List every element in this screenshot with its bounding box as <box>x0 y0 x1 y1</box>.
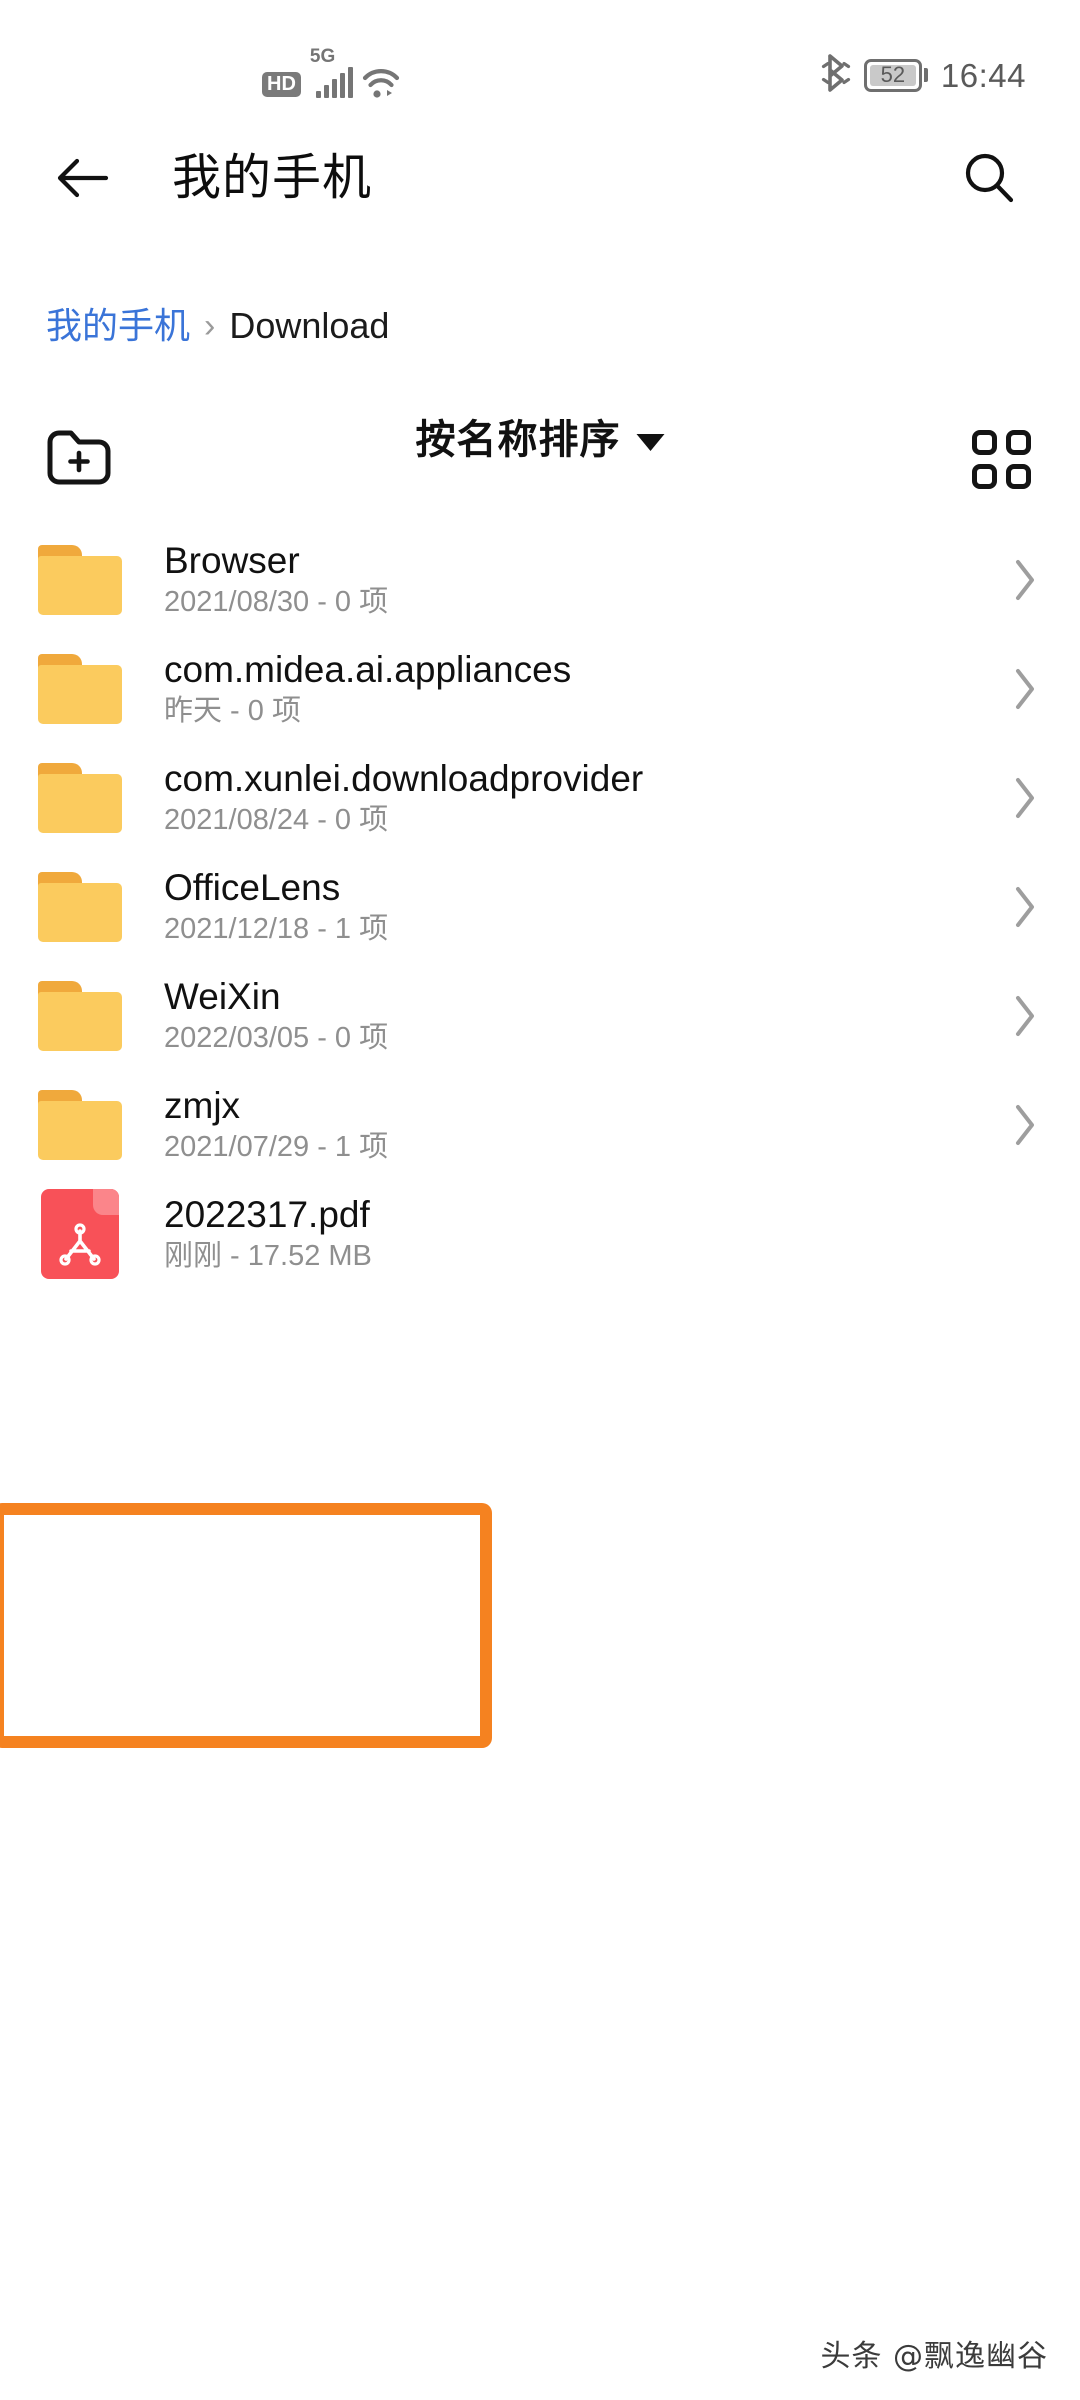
list-item[interactable]: OfficeLens 2021/12/18 - 1 项 <box>0 852 1080 961</box>
breadcrumb-item-current[interactable]: Download <box>229 308 389 344</box>
file-name: com.midea.ai.appliances <box>164 649 572 690</box>
chevron-right-icon[interactable] <box>1000 993 1050 1039</box>
battery-percentage: 52 <box>880 62 906 87</box>
file-meta: 2021/12/18 - 1 项 <box>164 913 389 945</box>
chevron-right-icon[interactable] <box>1000 884 1050 930</box>
list-item-text: com.xunlei.downloadprovider 2021/08/24 -… <box>164 760 1000 835</box>
pdf-file-icon <box>30 1184 130 1284</box>
chevron-down-icon <box>636 433 665 451</box>
file-meta: 昨天 - 0 项 <box>164 695 301 727</box>
status-bar: HD 5G 52 16:44 <box>0 0 1080 108</box>
breadcrumb-item-root[interactable]: 我的手机 <box>46 308 190 344</box>
folder-icon <box>30 966 130 1066</box>
folder-icon <box>30 748 130 848</box>
status-bar-clock: 16:44 <box>940 56 1026 94</box>
highlight-annotation-box <box>0 1503 492 1748</box>
chevron-right-icon[interactable] <box>1000 1102 1050 1148</box>
file-name: com.xunlei.downloadprovider <box>164 758 644 799</box>
folder-icon <box>30 530 130 630</box>
breadcrumb: 我的手机 › Download <box>46 296 389 356</box>
file-meta: 2022/03/05 - 0 项 <box>164 1022 389 1054</box>
status-bar-right-icons: 52 16:44 <box>821 52 1026 98</box>
list-item-text: 2022317.pdf 刚刚 - 17.52 MB <box>164 1196 1000 1271</box>
file-meta: 2021/08/30 - 0 项 <box>164 586 389 618</box>
sort-label: 按名称排序 <box>415 418 621 462</box>
file-meta: 刚刚 - 17.52 MB <box>164 1240 372 1272</box>
wifi-icon <box>362 67 400 99</box>
list-toolbar: 按名称排序 <box>0 402 1080 510</box>
list-item[interactable]: Browser 2021/08/30 - 0 项 <box>0 525 1080 634</box>
search-icon <box>965 153 1014 203</box>
list-item[interactable]: com.xunlei.downloadprovider 2021/08/24 -… <box>0 743 1080 852</box>
file-name: Browser <box>164 540 300 581</box>
file-name: OfficeLens <box>164 867 341 908</box>
app-bar: 我的手机 <box>0 108 1080 248</box>
sort-button[interactable]: 按名称排序 <box>416 420 665 460</box>
list-item-text: OfficeLens 2021/12/18 - 1 项 <box>164 869 1000 944</box>
back-arrow-icon <box>57 158 109 198</box>
list-item[interactable]: zmjx 2021/07/29 - 1 项 <box>0 1070 1080 1179</box>
breadcrumb-separator-icon: › <box>204 307 216 345</box>
list-item[interactable]: WeiXin 2022/03/05 - 0 项 <box>0 961 1080 1070</box>
grid-view-button[interactable] <box>958 416 1044 502</box>
hd-icon: HD <box>262 72 301 97</box>
folder-icon <box>30 857 130 957</box>
file-name: zmjx <box>164 1085 241 1126</box>
file-meta: 2021/07/29 - 1 项 <box>164 1131 389 1163</box>
battery-icon: 52 <box>863 58 928 92</box>
list-item-text: zmjx 2021/07/29 - 1 项 <box>164 1087 1000 1162</box>
folder-icon <box>30 1075 130 1175</box>
page-title: 我的手机 <box>172 150 373 205</box>
list-item-text: com.midea.ai.appliances 昨天 - 0 项 <box>164 651 1000 726</box>
file-name: 2022317.pdf <box>164 1194 370 1235</box>
file-meta: 2021/08/24 - 0 项 <box>164 804 389 836</box>
new-folder-icon <box>47 430 111 485</box>
bluetooth-icon <box>821 52 851 99</box>
back-button[interactable] <box>46 141 120 215</box>
new-folder-button[interactable] <box>36 414 122 500</box>
list-item[interactable]: com.midea.ai.appliances 昨天 - 0 项 <box>0 634 1080 743</box>
chevron-right-icon[interactable] <box>1000 557 1050 603</box>
search-button[interactable] <box>952 141 1026 215</box>
watermark: 头条 @飘逸幽谷 <box>820 2339 1048 2374</box>
list-item-text: WeiXin 2022/03/05 - 0 项 <box>164 978 1000 1053</box>
file-name: WeiXin <box>164 976 281 1017</box>
file-list: Browser 2021/08/30 - 0 项 com.midea.ai.ap… <box>0 525 1080 1288</box>
phone-screen: HD 5G 52 16:44 我的手机 我的手机 › Download 按名称排… <box>0 0 1080 2400</box>
network-type-label: 5G <box>309 46 336 67</box>
chevron-right-icon[interactable] <box>1000 666 1050 712</box>
list-item-pdf[interactable]: 2022317.pdf 刚刚 - 17.52 MB <box>0 1179 1080 1288</box>
status-bar-left-icons: HD 5G <box>262 47 400 100</box>
grid-view-icon <box>971 429 1031 489</box>
folder-icon <box>30 639 130 739</box>
list-item-text: Browser 2021/08/30 - 0 项 <box>164 542 1000 617</box>
signal-bars-glyph <box>315 67 353 98</box>
chevron-right-icon[interactable] <box>1000 775 1050 821</box>
signal-bars-icon: 5G <box>310 47 353 98</box>
